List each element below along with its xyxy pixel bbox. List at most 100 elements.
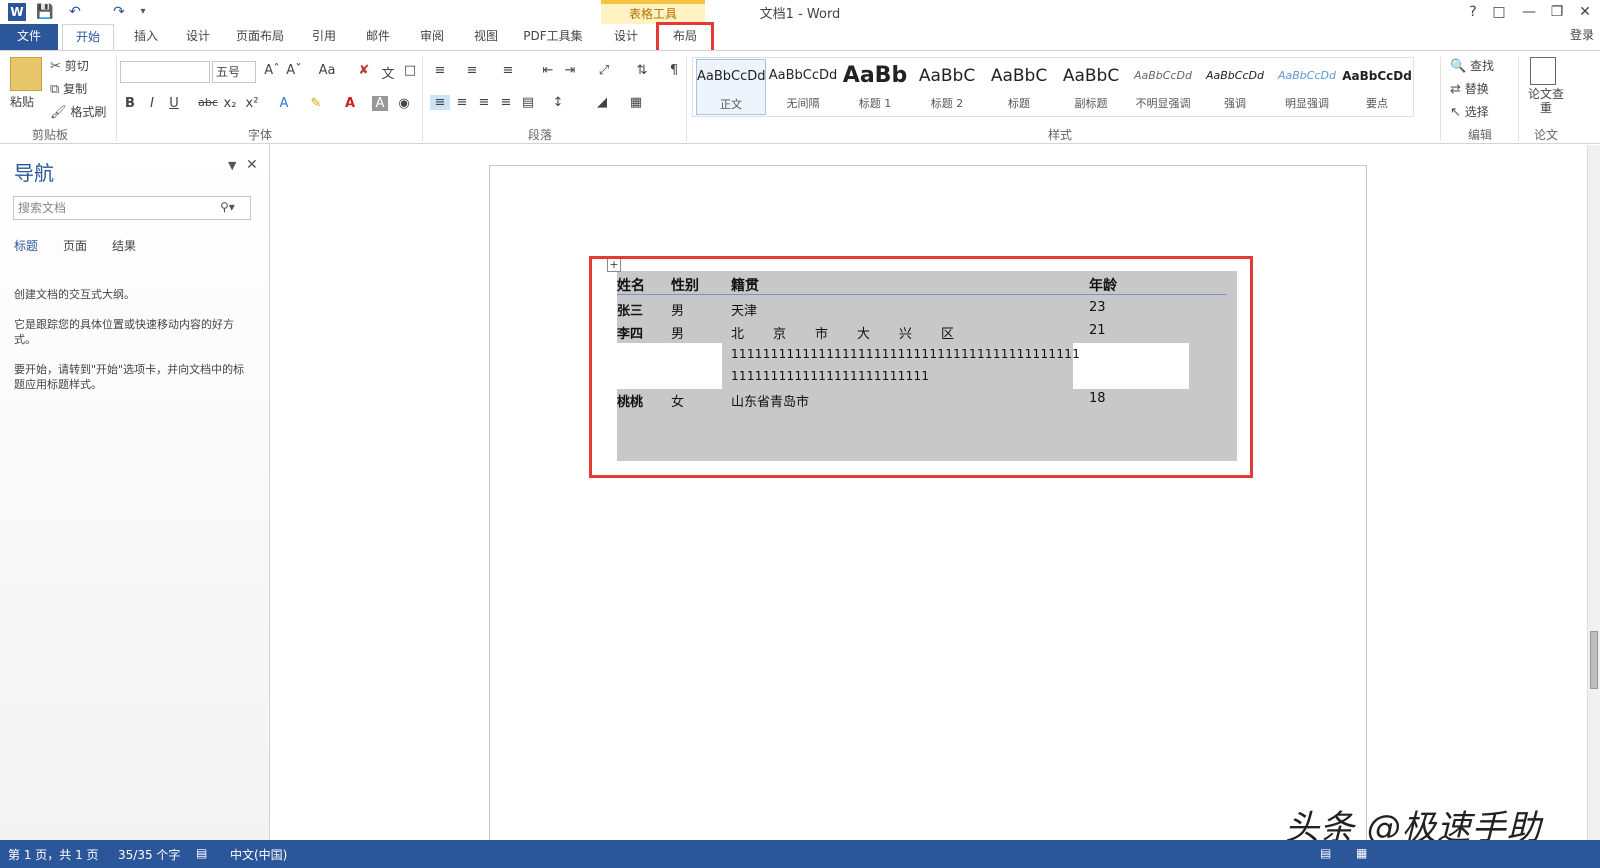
grow-font-icon[interactable]: Aˆ [262,63,282,78]
style-name: 标题 2 [930,97,964,110]
enclose-characters-icon[interactable]: ◉ [394,96,414,111]
paper-check-button[interactable]: 论文查重 [1528,87,1564,115]
phonetic-guide-icon[interactable]: 文 [378,63,398,82]
styles-group-label: 样式 [1047,128,1072,142]
style-normal[interactable]: AaBbCcDd 正文 [696,59,766,115]
nav-tab-results[interactable]: 结果 [112,237,136,254]
copy-icon: ⧉ [50,82,60,97]
vertical-scrollbar[interactable] [1587,145,1600,840]
shrink-font-icon[interactable]: Aˇ [284,63,304,78]
paste-icon[interactable] [10,57,42,91]
borders-icon[interactable]: ▦ [626,95,646,110]
save-icon[interactable]: 💾 [36,3,54,21]
multilevel-list-icon[interactable]: ≡ [498,63,518,78]
print-layout-icon[interactable]: ▦ [1356,846,1367,860]
replace-button[interactable]: ⇄ 替换 [1450,80,1489,97]
tab-mailings[interactable]: 邮件 [358,24,398,51]
numbering-icon[interactable]: ≡ [462,63,482,78]
scrollbar-thumb[interactable] [1590,631,1598,689]
font-name-combo[interactable] [120,61,210,83]
login-link[interactable]: 登录 [1570,26,1594,43]
style-title[interactable]: AaBbC 标题 [984,59,1054,115]
style-subtitle[interactable]: AaBbC 副标题 [1056,59,1126,115]
page-count[interactable]: 第 1 页，共 1 页 [8,846,99,863]
font-size-combo[interactable]: 五号 [212,61,256,83]
highlight-icon[interactable]: ✎ [306,96,326,111]
chinese-layout-icon[interactable]: ⤢ [594,63,614,78]
copy-button[interactable]: ⧉ 复制 [50,80,87,97]
style-sample: AaBbC [918,66,976,86]
read-mode-icon[interactable]: ▤ [1320,846,1331,860]
tab-references[interactable]: 引用 [304,24,344,51]
cut-button[interactable]: ✂ 剪切 [50,57,89,74]
character-border-icon[interactable]: □ [400,63,420,78]
font-color-icon[interactable]: A [340,96,360,111]
justify-icon[interactable]: ≡ [496,95,516,110]
tab-file[interactable]: 文件 [0,24,58,51]
style-sample: AaBbCcDd [697,69,765,84]
nav-options-icon[interactable]: ▼ [228,159,236,172]
decrease-indent-icon[interactable]: ⇤ [538,63,558,78]
language-status[interactable]: 中文(中国) [230,846,287,863]
align-right-icon[interactable]: ≡ [474,95,494,110]
style-heading-2[interactable]: AaBbC 标题 2 [912,59,982,115]
underline-icon[interactable]: U [164,96,184,111]
search-icon[interactable]: ⚲▾ [220,200,235,214]
clear-formatting-icon[interactable]: ✘ [354,63,374,78]
tab-page-layout[interactable]: 页面布局 [230,24,290,51]
format-painter-button[interactable]: 🖌 格式刷 [50,103,106,120]
style-strong[interactable]: AaBbCcDd 要点 [1342,59,1412,115]
paper-check-icon[interactable] [1530,57,1556,85]
bold-icon[interactable]: B [120,96,140,111]
distributed-icon[interactable]: ▤ [518,95,538,110]
style-intense-emphasis[interactable]: AaBbCcDd 明显强调 [1272,59,1342,115]
customize-quick-access-icon[interactable]: ▾ [134,3,152,21]
nav-close-icon[interactable]: ✕ [246,157,258,173]
strikethrough-icon[interactable]: abc [198,96,218,109]
style-emphasis[interactable]: AaBbCcDd 强调 [1200,59,1270,115]
style-no-spacing[interactable]: AaBbCcDd 无间隔 [768,59,838,115]
shading-icon[interactable]: ◢ [592,95,612,110]
show-marks-icon[interactable]: ¶ [664,63,684,78]
redo-icon[interactable]: ↷ [110,3,128,21]
tab-design[interactable]: 设计 [176,24,220,51]
close-icon[interactable]: ✕ [1574,2,1596,22]
tab-table-design[interactable]: 设计 [604,24,648,51]
ribbon-display-options-icon[interactable]: □ [1488,2,1510,22]
style-subtle-emphasis[interactable]: AaBbCcDd 不明显强调 [1128,59,1198,115]
character-shading-icon[interactable]: A [372,96,388,111]
find-button[interactable]: 🔍 查找 [1450,57,1494,74]
increase-indent-icon[interactable]: ⇥ [560,63,580,78]
superscript-icon[interactable]: x² [242,96,262,111]
bullets-icon[interactable]: ≡ [430,63,450,78]
nav-tab-pages[interactable]: 页面 [63,237,87,254]
word-count[interactable]: 35/35 个字 [118,846,180,863]
sort-icon[interactable]: ⇅ [632,63,652,78]
restore-icon[interactable]: ❐ [1546,2,1568,22]
style-heading-1[interactable]: AaBb 标题 1 [840,59,910,115]
minimize-icon[interactable]: — [1518,2,1540,22]
align-center-icon[interactable]: ≡ [452,95,472,110]
tab-insert[interactable]: 插入 [124,24,168,51]
nav-tab-headings[interactable]: 标题 [14,237,38,254]
tab-home[interactable]: 开始 [62,24,114,52]
paste-button[interactable]: 粘贴 [10,93,34,110]
nav-search-input[interactable]: 搜索文档 [13,196,251,220]
text-effects-icon[interactable]: A [274,96,294,111]
subscript-icon[interactable]: x₂ [220,96,240,111]
italic-icon[interactable]: I [142,96,162,111]
undo-icon[interactable]: ↶ [66,3,84,21]
tab-review[interactable]: 审阅 [412,24,452,51]
tab-pdf-tools[interactable]: PDF工具集 [518,24,588,51]
help-icon[interactable]: ? [1462,2,1484,22]
tab-view[interactable]: 视图 [466,24,506,51]
change-case-icon[interactable]: Aa [314,63,340,78]
group-divider [1518,57,1519,141]
align-left-icon[interactable]: ≡ [430,95,450,110]
line-spacing-icon[interactable]: ↕ [548,95,568,110]
ribbon-tabs: 文件 开始 插入 设计 页面布局 引用 邮件 审阅 视图 PDF工具集 设计 布… [0,24,1600,52]
select-button[interactable]: ↖ 选择 [1450,103,1489,120]
style-sample: AaBbCcDd [1206,69,1264,82]
cut-label: 剪切 [64,59,89,73]
proofing-icon[interactable]: ▤ [196,846,207,860]
